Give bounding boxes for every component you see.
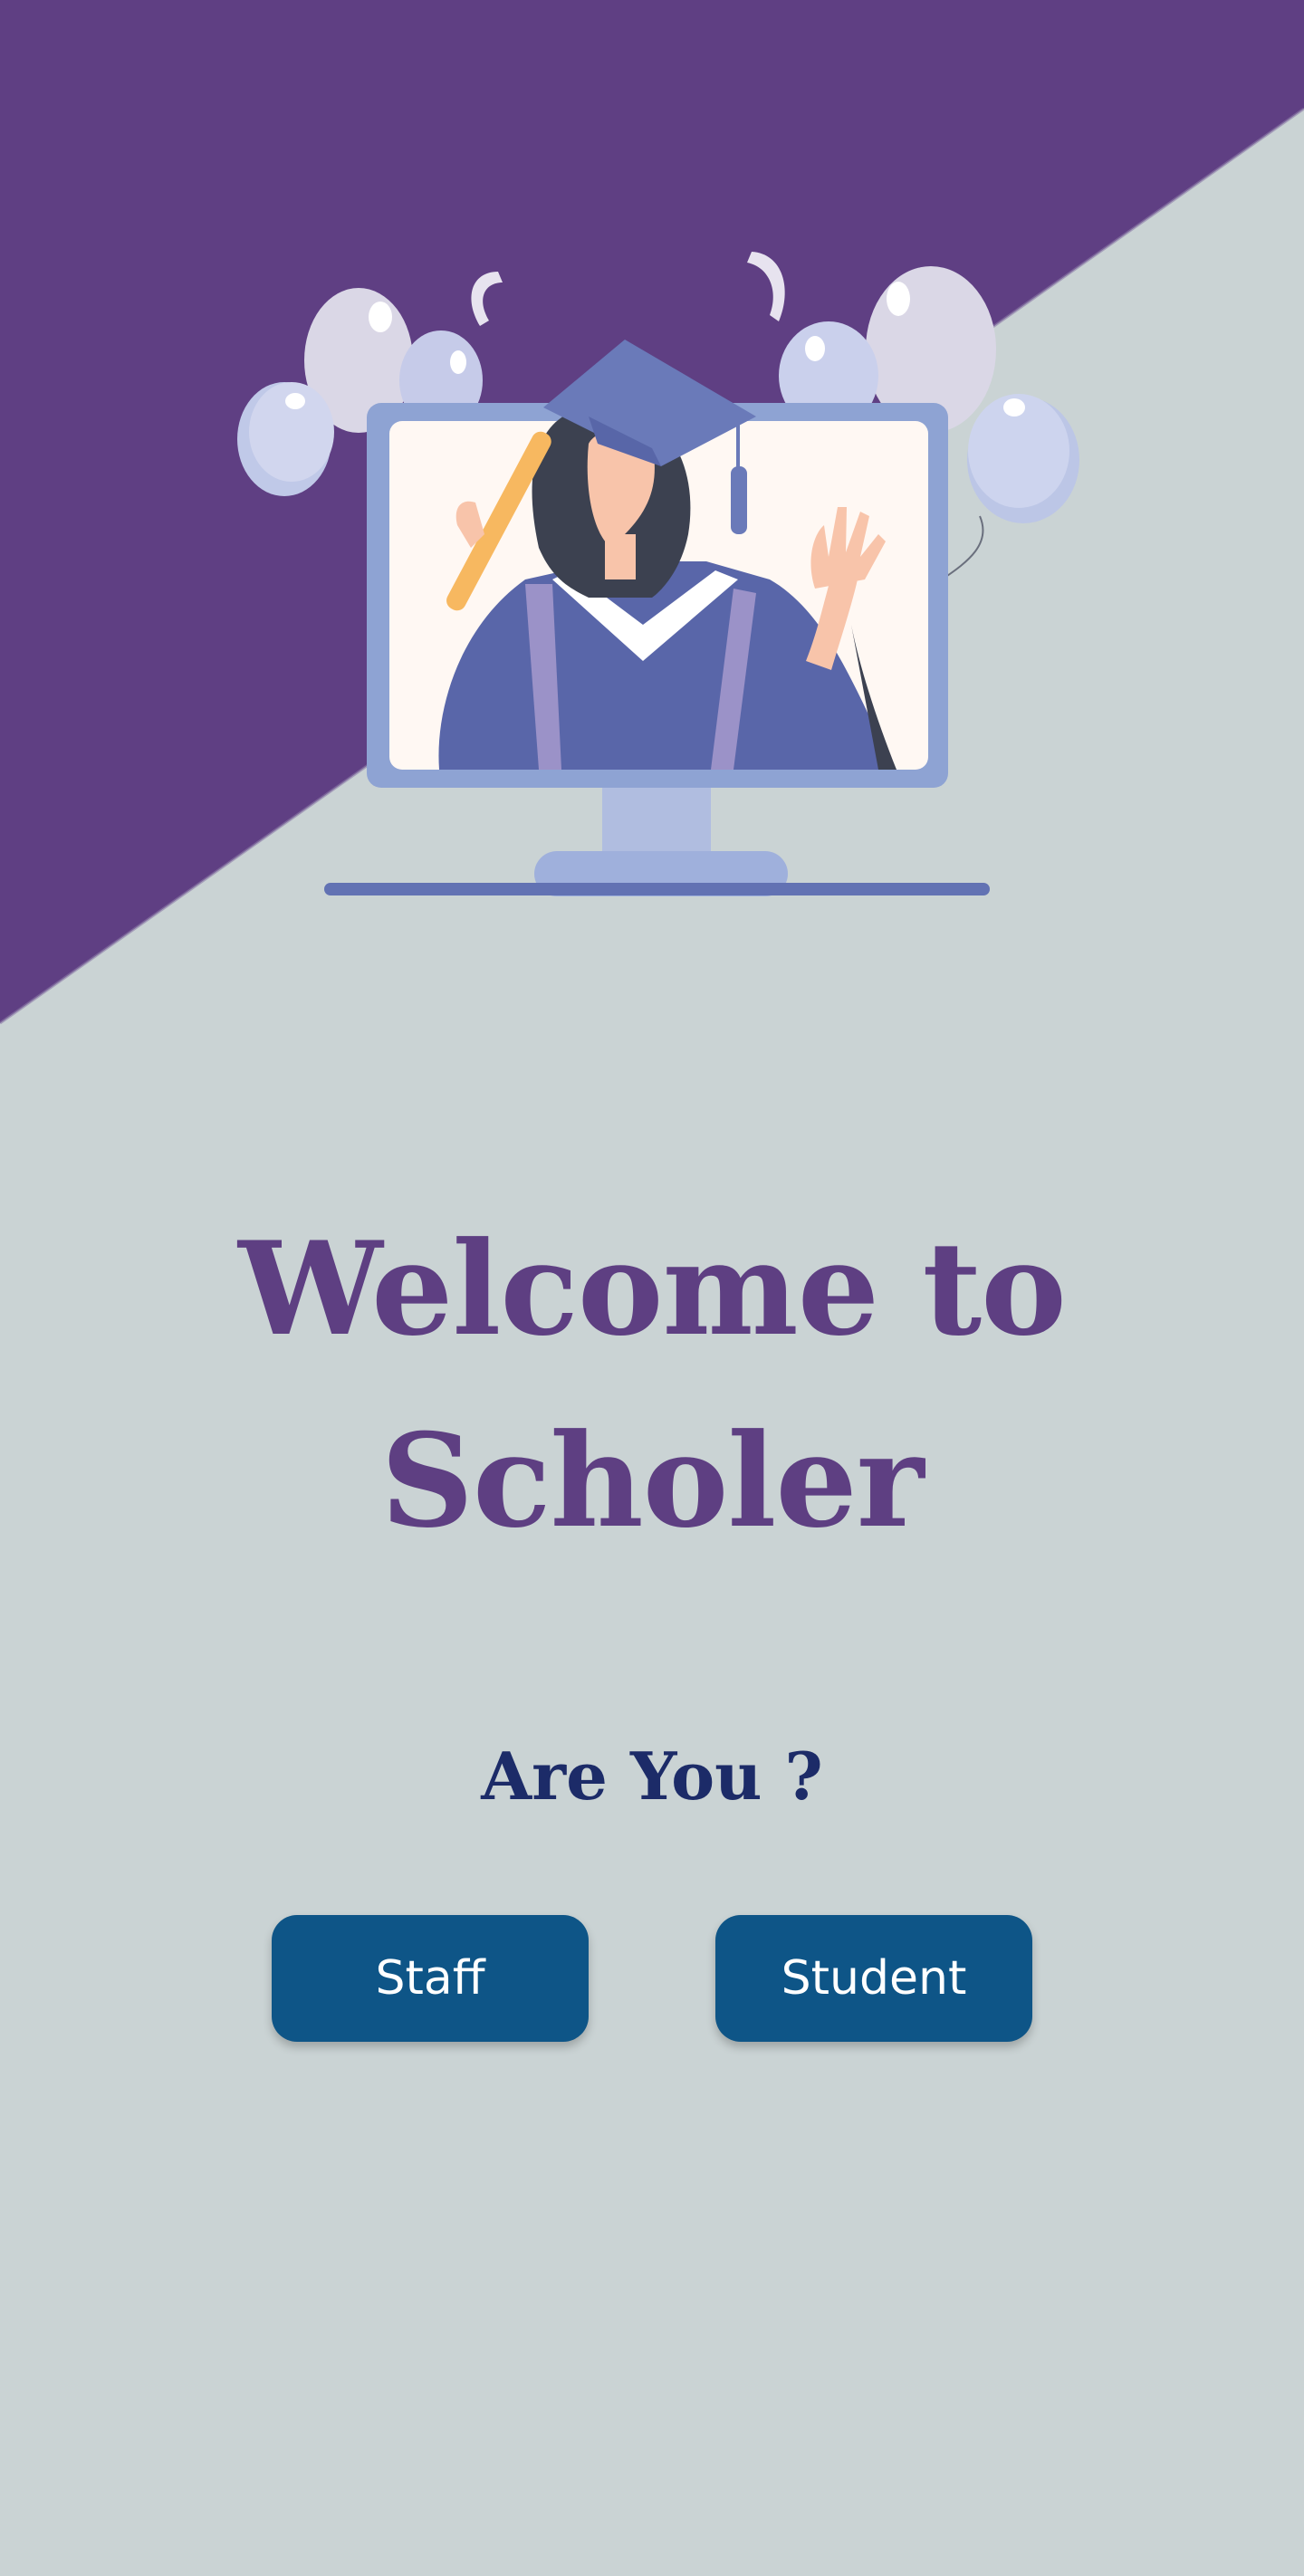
balloon-icon xyxy=(237,382,334,496)
student-button[interactable]: Student xyxy=(715,1915,1032,2042)
welcome-line-1: Welcome to xyxy=(238,1214,1067,1365)
staff-button[interactable]: Staff xyxy=(272,1915,589,2042)
welcome-heading: Welcome to Scholer xyxy=(0,1193,1304,1577)
graduate-on-monitor-illustration xyxy=(237,252,1079,896)
confetti-icon xyxy=(747,252,785,321)
role-question: Are You ? xyxy=(481,1738,823,1815)
confetti-icon xyxy=(471,272,503,326)
welcome-line-2: Scholer xyxy=(380,1406,924,1556)
